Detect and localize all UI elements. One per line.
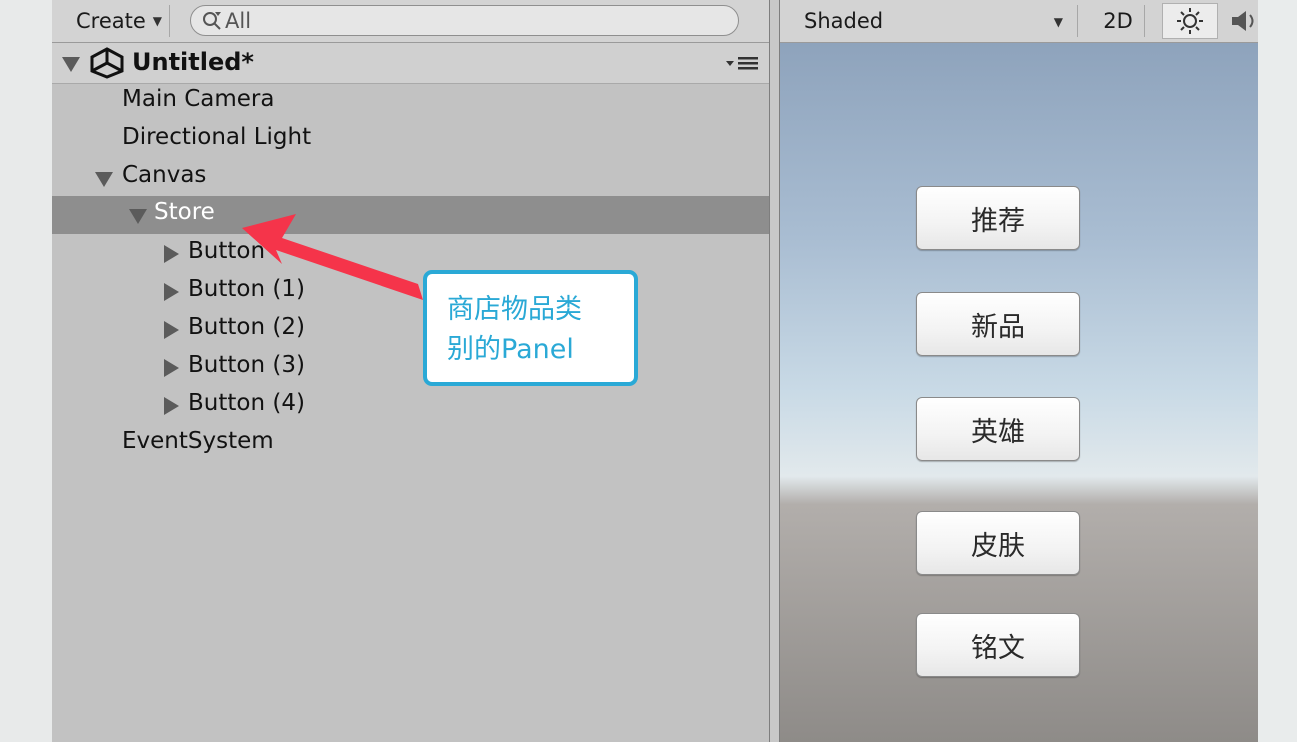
expand-triangle-icon[interactable] — [129, 209, 147, 224]
scene-view-toolbar: Shaded ▼ 2D — [780, 0, 1258, 43]
search-input[interactable] — [223, 8, 705, 33]
annotation-line-1: 商店物品类 — [447, 294, 582, 325]
expand-triangle-icon[interactable] — [164, 397, 179, 415]
options-menu-icon[interactable] — [726, 52, 760, 74]
hierarchy-item-label: Main Camera — [122, 86, 275, 112]
annotation-line-2: 别的Panel — [447, 334, 574, 365]
scene-audio-toggle[interactable] — [1228, 3, 1258, 39]
expand-triangle-icon[interactable] — [62, 57, 80, 72]
shading-mode-dropdown[interactable]: Shaded ▼ — [790, 5, 1078, 37]
scene-name: Untitled* — [132, 48, 254, 76]
scene-view-panel: Shaded ▼ 2D 推荐 新品 英雄 皮肤 铭文 — [780, 0, 1258, 742]
scene-lighting-toggle[interactable] — [1162, 3, 1218, 39]
speaker-icon — [1232, 11, 1254, 31]
scene-root-row[interactable]: Untitled* — [52, 43, 769, 84]
hierarchy-item-label: Canvas — [122, 162, 207, 188]
chevron-down-icon: ▼ — [152, 14, 163, 28]
editor-window: Create ▼ Untitled* — [52, 0, 1258, 742]
hierarchy-item-button[interactable]: Button — [52, 235, 769, 273]
expand-triangle-icon[interactable] — [95, 172, 113, 187]
hierarchy-item-store[interactable]: Store — [52, 196, 769, 234]
store-button-skins[interactable]: 皮肤 — [916, 511, 1080, 575]
hierarchy-item-label: Button (3) — [188, 352, 305, 378]
hierarchy-toolbar: Create ▼ — [52, 0, 769, 43]
expand-triangle-icon[interactable] — [164, 359, 179, 377]
hierarchy-item-label: EventSystem — [122, 428, 274, 454]
hierarchy-item-button-4[interactable]: Button (4) — [52, 387, 769, 425]
hierarchy-item-eventsystem[interactable]: EventSystem — [52, 425, 769, 463]
hierarchy-item-label: Button — [188, 238, 266, 264]
hierarchy-panel: Create ▼ Untitled* — [52, 0, 769, 742]
expand-triangle-icon[interactable] — [164, 283, 179, 301]
background-strip — [1258, 0, 1297, 742]
expand-triangle-icon[interactable] — [164, 245, 179, 263]
hierarchy-item-button-2[interactable]: Button (2) — [52, 311, 769, 349]
hierarchy-item-button-1[interactable]: Button (1) — [52, 273, 769, 311]
hierarchy-item-label: Button (2) — [188, 314, 305, 340]
shading-mode-value: Shaded — [804, 9, 884, 33]
hierarchy-item-directional-light[interactable]: Directional Light — [52, 121, 769, 159]
expand-triangle-icon[interactable] — [164, 321, 179, 339]
search-icon — [203, 11, 221, 30]
chevron-down-icon: ▼ — [1053, 15, 1063, 29]
hierarchy-item-canvas[interactable]: Canvas — [52, 159, 769, 197]
store-button-heroes[interactable]: 英雄 — [916, 397, 1080, 461]
annotation-callout: 商店物品类 别的Panel — [423, 270, 638, 386]
create-label: Create — [76, 9, 146, 33]
store-button-inscriptions[interactable]: 铭文 — [916, 613, 1080, 677]
store-button-new[interactable]: 新品 — [916, 292, 1080, 356]
toggle-2d-button[interactable]: 2D — [1092, 5, 1145, 37]
hierarchy-item-label: Button (1) — [188, 276, 305, 302]
create-dropdown-button[interactable]: Create ▼ — [66, 5, 170, 37]
sun-icon — [1177, 8, 1203, 34]
hierarchy-item-label: Store — [154, 199, 215, 225]
unity-scene-icon — [90, 47, 124, 79]
hierarchy-item-main-camera[interactable]: Main Camera — [52, 83, 769, 121]
hierarchy-item-label: Directional Light — [122, 124, 312, 150]
store-button-recommended[interactable]: 推荐 — [916, 186, 1080, 250]
hierarchy-item-label: Button (4) — [188, 390, 305, 416]
hierarchy-search-box[interactable] — [190, 5, 739, 36]
panel-splitter[interactable] — [769, 0, 780, 742]
hierarchy-item-button-3[interactable]: Button (3) — [52, 349, 769, 387]
scene-viewport[interactable]: 推荐 新品 英雄 皮肤 铭文 — [780, 43, 1258, 742]
